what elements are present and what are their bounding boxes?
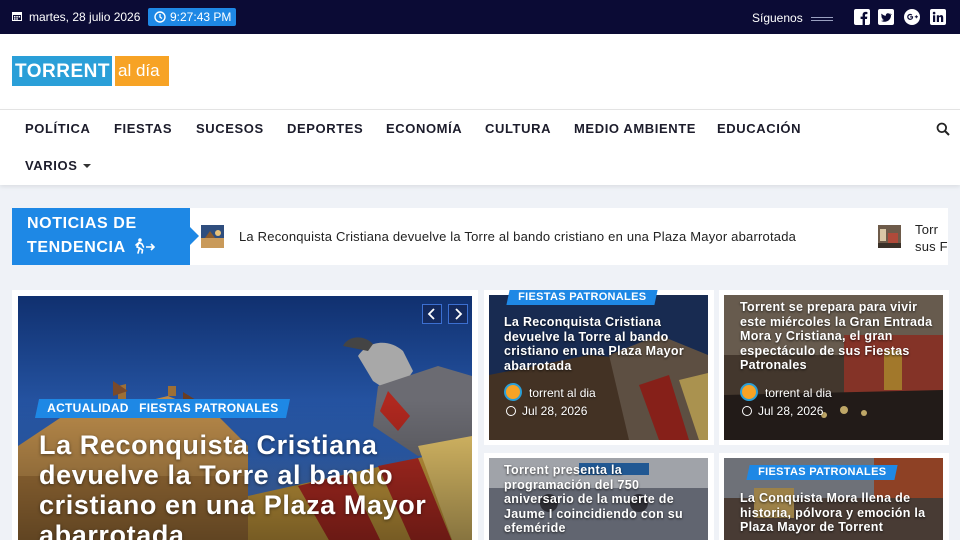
nav-item-sucesos[interactable]: SUCESOS: [196, 121, 264, 136]
avatar: [504, 383, 522, 401]
trending-label: NOTICIAS DE TENDENCIA: [12, 208, 190, 265]
featured-article[interactable]: ACTUALIDAD FIESTAS PATRONALES La Reconqu…: [12, 290, 478, 540]
trending-label-arrow: [190, 227, 199, 245]
trending-thumbnail[interactable]: [201, 225, 224, 248]
card-title[interactable]: La Conquista Mora llena de historia, pól…: [740, 491, 935, 535]
chevron-left-icon: [427, 308, 435, 320]
category-badge[interactable]: FIESTAS PATRONALES: [746, 465, 898, 480]
news-card[interactable]: FIESTAS PATRONALES La Conquista Mora lle…: [719, 453, 949, 540]
news-card[interactable]: Torrent presenta la programación del 750…: [484, 453, 714, 540]
chevron-down-icon: [83, 164, 92, 168]
logo-text-secondary: al día: [115, 56, 169, 86]
card-title[interactable]: La Reconquista Cristiana devuelve la Tor…: [504, 315, 699, 373]
category-badge-label: FIESTAS PATRONALES: [758, 466, 887, 478]
clock-badge: 9:27:43 PM: [148, 8, 236, 26]
top-bar: martes, 28 julio 2026 9:27:43 PM Sígueno…: [0, 0, 960, 34]
calendar-icon: [12, 12, 22, 21]
trending-label-line2-text: TENDENCIA: [27, 239, 126, 256]
card-date-text: Jul 28, 2026: [522, 404, 588, 418]
trending-label-line2: TENDENCIA: [27, 236, 190, 260]
follow-divider: [811, 20, 833, 21]
clock-icon: [742, 406, 752, 416]
card-date: Jul 28, 2026: [742, 404, 823, 418]
featured-image[interactable]: ACTUALIDAD FIESTAS PATRONALES La Reconqu…: [18, 296, 472, 540]
card-title[interactable]: Torrent se prepara para vivir este miérc…: [740, 300, 935, 373]
nav-item-varios-label: VARIOS: [25, 158, 78, 173]
follow-divider: [811, 17, 833, 18]
clock-icon: [506, 406, 516, 416]
avatar: [740, 383, 758, 401]
trending-thumbnail[interactable]: [878, 225, 901, 248]
featured-title[interactable]: La Reconquista Cristiana devuelve la Tor…: [39, 430, 459, 540]
twitter-icon[interactable]: [878, 9, 894, 25]
slider-prev-button[interactable]: [422, 304, 442, 324]
trending-ticker: NOTICIAS DE TENDENCIA La Reconquista Cri…: [12, 208, 948, 265]
card-date-text: Jul 28, 2026: [758, 404, 824, 418]
linkedin-icon[interactable]: [930, 9, 946, 25]
slider-next-button[interactable]: [448, 304, 468, 324]
clock-icon: [154, 11, 166, 23]
site-header: TORRENT al día: [0, 34, 960, 109]
category-badge[interactable]: FIESTAS PATRONALES: [126, 399, 291, 418]
card-author-name: torrent al dia: [765, 386, 832, 400]
nav-item-economia[interactable]: ECONOMÍA: [386, 121, 462, 136]
search-icon[interactable]: [936, 122, 950, 136]
follow-label: Síguenos: [752, 11, 803, 25]
card-title[interactable]: Torrent presenta la programación del 750…: [504, 463, 699, 536]
category-badge[interactable]: ACTUALIDAD: [34, 399, 141, 418]
category-badge[interactable]: FIESTAS PATRONALES: [506, 290, 658, 305]
nav-item-deportes[interactable]: DEPORTES: [287, 121, 363, 136]
card-date: Jul 28, 2026: [506, 404, 587, 418]
nav-item-fiestas[interactable]: FIESTAS: [114, 121, 172, 136]
trending-headline[interactable]: La Reconquista Cristiana devuelve la Tor…: [239, 229, 796, 244]
nav-item-medio-ambiente[interactable]: MEDIO AMBIENTE: [574, 121, 696, 136]
main-navigation: POLÍTICA FIESTAS SUCESOS DEPORTES ECONOM…: [0, 109, 960, 185]
news-card[interactable]: Torrent se prepara para vivir este miérc…: [719, 290, 949, 445]
facebook-icon[interactable]: [854, 9, 870, 25]
nav-item-educacion[interactable]: EDUCACIÓN: [717, 121, 801, 136]
trending-headline[interactable]: Torr sus F: [915, 221, 948, 257]
running-person-icon: [135, 238, 156, 254]
card-author-name: torrent al dia: [529, 386, 596, 400]
nav-item-cultura[interactable]: CULTURA: [485, 121, 551, 136]
nav-item-varios[interactable]: VARIOS: [25, 158, 92, 173]
logo-text-primary: TORRENT: [12, 56, 112, 86]
card-author[interactable]: torrent al dia: [504, 383, 596, 401]
nav-item-politica[interactable]: POLÍTICA: [25, 121, 90, 136]
current-time: 9:27:43 PM: [170, 10, 232, 24]
card-author[interactable]: torrent al dia: [740, 383, 832, 401]
category-badge-label: FIESTAS PATRONALES: [139, 401, 279, 415]
google-plus-icon[interactable]: [904, 9, 920, 25]
current-date: martes, 28 julio 2026: [29, 10, 141, 24]
trending-label-line1: NOTICIAS DE: [27, 215, 137, 232]
news-card[interactable]: FIESTAS PATRONALES La Reconquista Cristi…: [484, 290, 714, 445]
category-badge-label: FIESTAS PATRONALES: [518, 291, 647, 303]
chevron-right-icon: [455, 308, 463, 320]
category-badge-label: ACTUALIDAD: [47, 401, 129, 415]
